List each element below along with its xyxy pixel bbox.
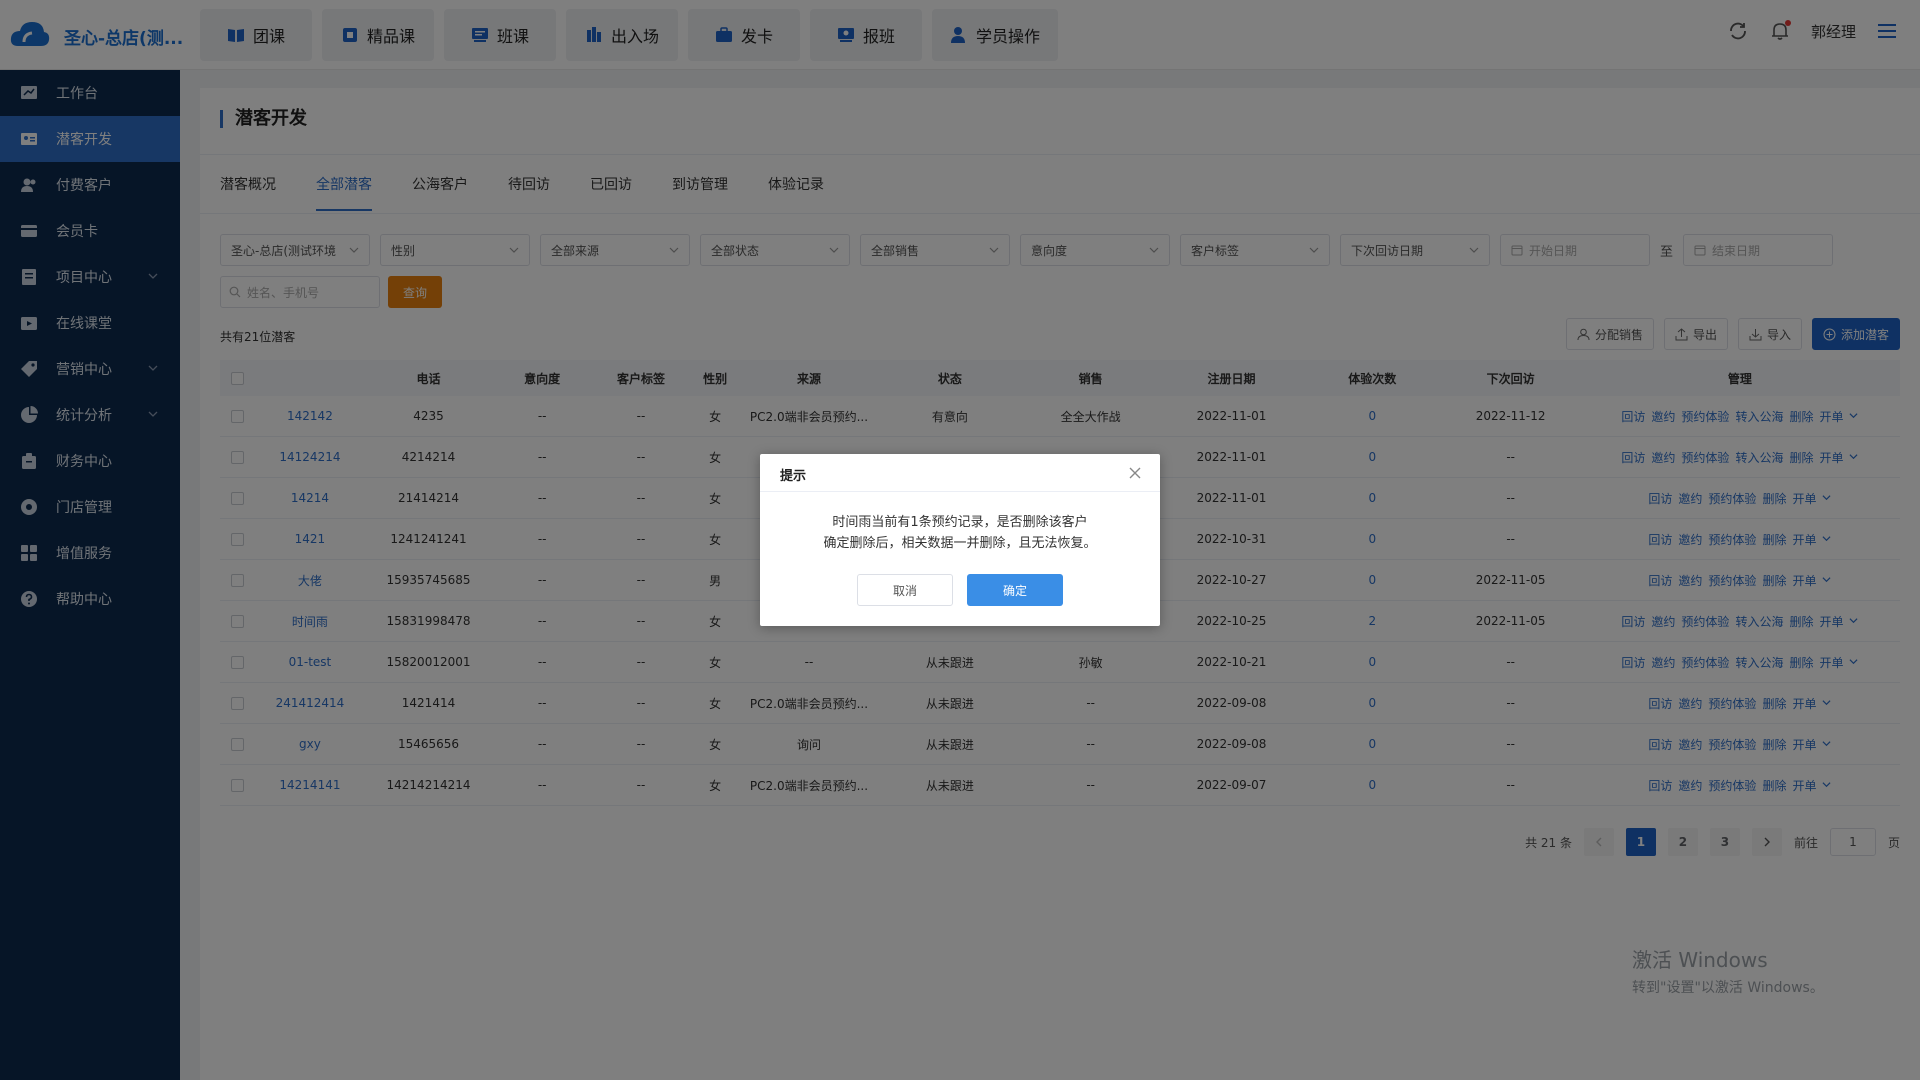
dialog-message-line: 确定删除后，相关数据一并删除，且无法恢复。 <box>823 536 1097 551</box>
divider <box>760 491 1160 492</box>
dialog-title: 提示 <box>780 469 807 484</box>
dialog-message-line: 时间雨当前有1条预约记录，是否删除该客户 <box>832 515 1088 530</box>
close-icon[interactable] <box>1128 466 1142 480</box>
cancel-button[interactable]: 取消 <box>857 574 953 606</box>
dialog-buttons: 取消 确定 <box>760 574 1160 606</box>
confirm-button[interactable]: 确定 <box>967 574 1063 606</box>
dialog-message: 时间雨当前有1条预约记录，是否删除该客户 确定删除后，相关数据一并删除，且无法恢… <box>760 512 1160 554</box>
delete-confirm-dialog: 提示 时间雨当前有1条预约记录，是否删除该客户 确定删除后，相关数据一并删除，且… <box>760 454 1160 626</box>
